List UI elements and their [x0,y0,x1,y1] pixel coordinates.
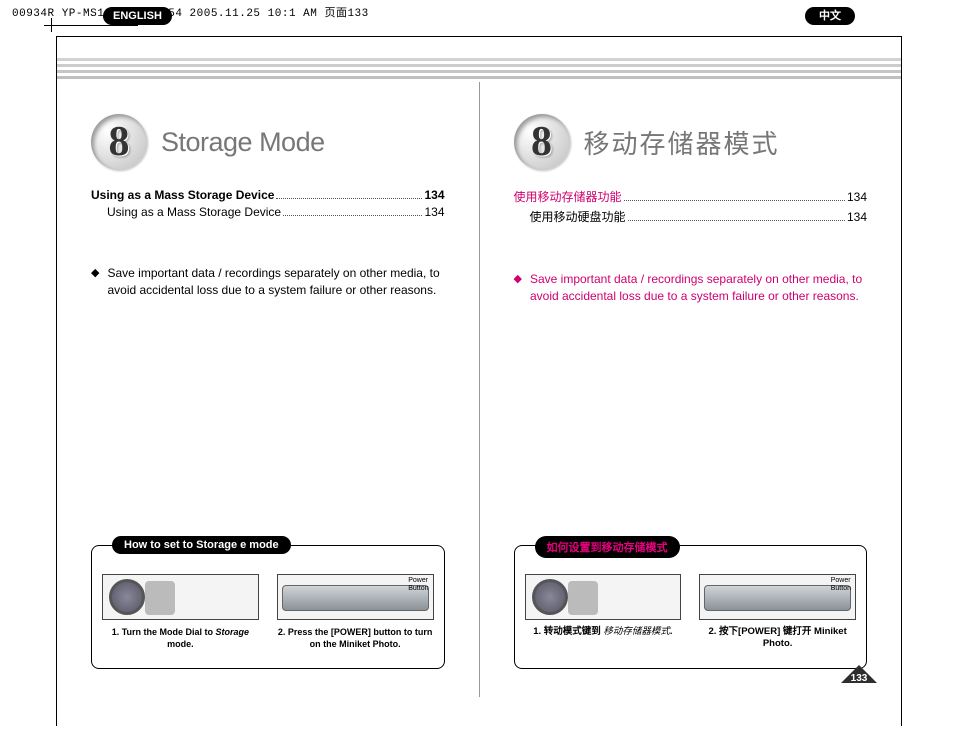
mode-dial-illustration [102,574,259,620]
columns: 8 Storage Mode Using as a Mass Storage D… [57,84,901,697]
toc-row: 使用移动硬盘功能 134 [530,208,868,225]
column-chinese: 8 移动存储器模式 使用移动存储器功能 134 使用移动硬盘功能 134 ◆ [480,84,902,697]
toc-dots [628,220,845,221]
note-text: Save important data / recordings separat… [107,265,444,300]
chapter-number-badge: 8 [91,114,147,170]
caption-italic: Storage [216,627,250,637]
howto-box-cn: 如何设置到移动存储模式 1. 转动模式键到 移动存储器模式. Powe [514,545,868,669]
toc-label: Using as a Mass Storage Device [107,205,281,219]
toc-page: 134 [424,188,444,202]
caption-suffix: . [670,626,673,637]
toc-row: Using as a Mass Storage Device 134 [107,205,445,219]
power-button-illustration: PowerButton [699,574,856,620]
page-frame: ENGLISH 中文 8 Storage Mode Using as a Mas… [56,36,902,726]
howto-step-1: 1. Turn the Mode Dial to Storage mode. [102,574,259,650]
toc-page: 134 [847,190,867,204]
chapter-heading-cn: 8 移动存储器模式 [514,114,868,170]
howto-box-en: How to set to Storage e mode 1. Turn the… [91,545,445,669]
caption-suffix: mode. [167,639,194,649]
power-button-label: PowerButton [408,577,428,593]
page-number-arrow: 133 [841,665,877,691]
note-en: ◆ Save important data / recordings separ… [91,265,445,300]
toc-cn: 使用移动存储器功能 134 使用移动硬盘功能 134 [514,188,868,225]
toc-dots [624,200,845,201]
caption-italic: 移动存储器模式 [603,627,670,637]
crop-line [58,25,138,26]
chapter-title-en: Storage Mode [161,127,325,158]
page-number: 133 [841,673,877,684]
howto-caption: 1. Turn the Mode Dial to Storage mode. [102,626,259,650]
mode-dial-illustration [525,574,682,620]
lang-chinese-pill: 中文 [805,7,855,25]
caption-prefix: 1. 转动模式键到 [533,626,603,637]
toc-label: 使用移动存储器功能 [514,188,622,205]
howto-step-2: PowerButton 2. 按下[POWER] 键打开 Miniket Pho… [699,574,856,650]
chapter-number-badge: 8 [514,114,570,170]
chapter-title-cn: 移动存储器模式 [584,124,780,161]
power-button-illustration: PowerButton [277,574,434,620]
header-stripes [57,58,901,84]
toc-en: Using as a Mass Storage Device 134 Using… [91,188,445,219]
chapter-number: 8 [514,114,570,170]
howto-caption: 1. 转动模式键到 移动存储器模式. [525,626,682,638]
howto-step-2: PowerButton 2. Press the [POWER] button … [277,574,434,650]
toc-label: 使用移动硬盘功能 [530,208,626,225]
toc-page: 134 [424,205,444,219]
note-cn: ◆ Save important data / recordings separ… [514,271,868,306]
chapter-number: 8 [91,114,147,170]
language-labels: ENGLISH 中文 [57,7,901,25]
howto-step-1: 1. 转动模式键到 移动存储器模式. [525,574,682,650]
lang-english-pill: ENGLISH [103,7,172,25]
howto-pill-en: How to set to Storage e mode [112,536,291,554]
toc-dots [283,215,422,216]
power-button-label: PowerButton [831,577,851,593]
toc-page: 134 [847,210,867,224]
note-text: Save important data / recordings separat… [530,271,867,306]
diamond-icon: ◆ [514,272,522,306]
toc-label: Using as a Mass Storage Device [91,188,274,202]
toc-dots [276,198,422,199]
column-english: 8 Storage Mode Using as a Mass Storage D… [57,84,479,697]
caption-prefix: 1. Turn the Mode Dial to [112,627,216,637]
toc-row: 使用移动存储器功能 134 [514,188,868,205]
toc-row: Using as a Mass Storage Device 134 [91,188,445,202]
diamond-icon: ◆ [91,266,99,300]
howto-caption: 2. 按下[POWER] 键打开 Miniket Photo. [699,626,856,650]
crop-mark-icon [44,18,58,32]
howto-pill-cn: 如何设置到移动存储模式 [535,536,680,558]
howto-caption: 2. Press the [POWER] button to turn on t… [277,626,434,650]
chapter-heading-en: 8 Storage Mode [91,114,445,170]
